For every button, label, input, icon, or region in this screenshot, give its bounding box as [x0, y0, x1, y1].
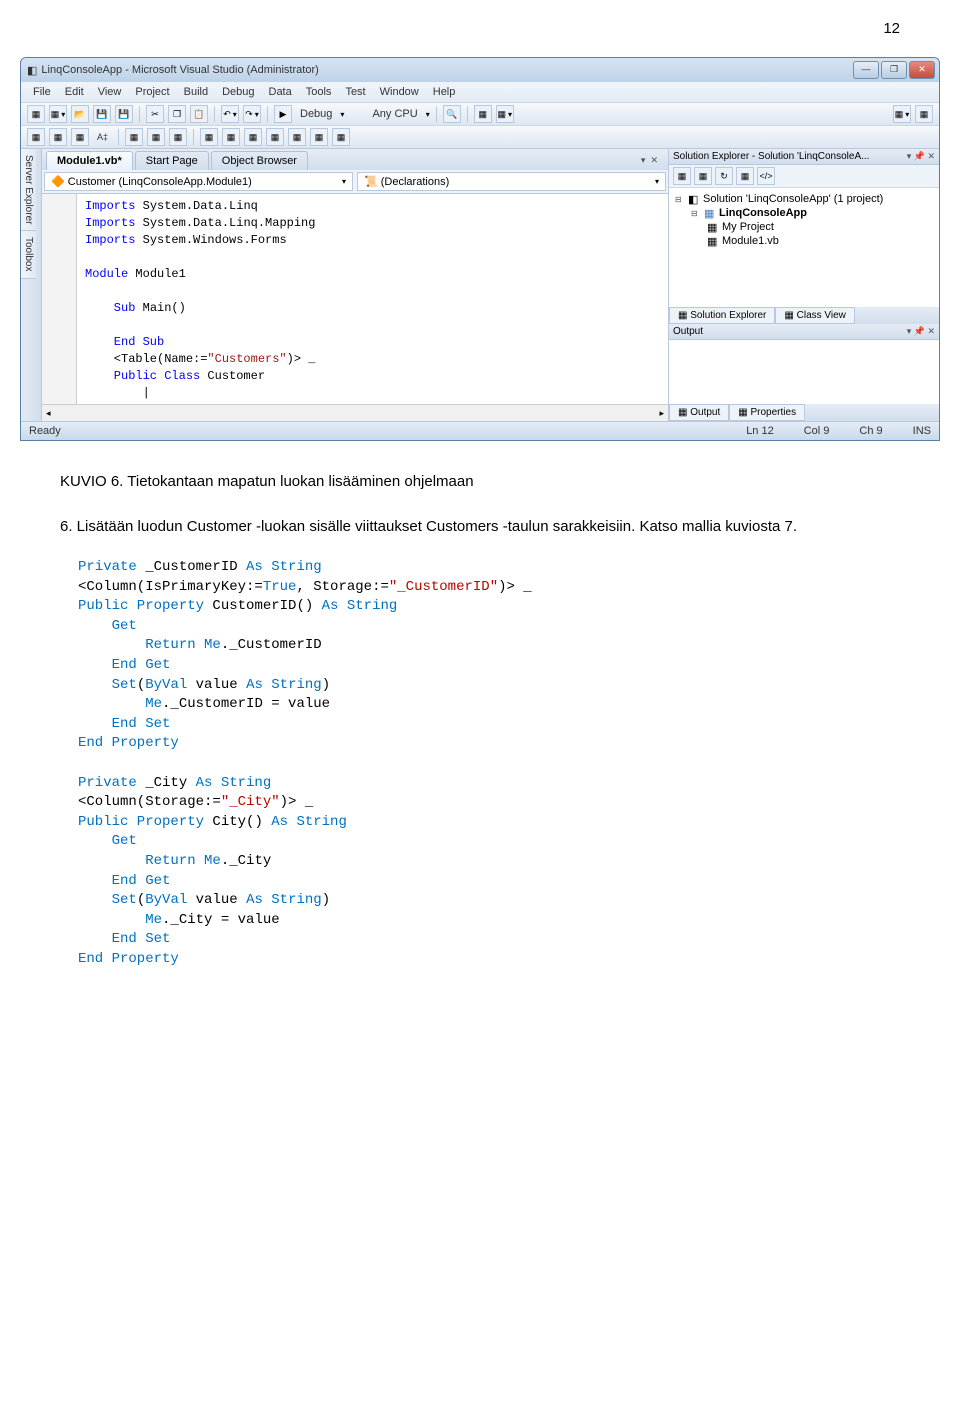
app-icon: ◧ [27, 64, 37, 77]
solution-explorer-tree: ⊟◧Solution 'LinqConsoleApp' (1 project) … [669, 188, 939, 307]
tree-module1[interactable]: ▦Module1.vb [675, 234, 933, 248]
undo-icon[interactable]: ↶ [221, 105, 239, 123]
tb2-icon[interactable]: ▦ [125, 128, 143, 146]
platform-select[interactable]: Any CPU [368, 108, 421, 120]
editor-tab-strip: Module1.vb* Start Page Object Browser ▾ … [42, 149, 668, 170]
tb2-icon[interactable]: ▦ [27, 128, 45, 146]
figure-caption: KUVIO 6. Tietokantaan mapatun luokan lis… [60, 471, 900, 494]
output-controls[interactable]: ▾ 📌 ✕ [907, 326, 935, 336]
side-tab-toolbox[interactable]: Toolbox [21, 231, 36, 278]
output-body[interactable] [669, 340, 939, 404]
pin-icon[interactable]: ▾ 📌 ✕ [907, 151, 935, 161]
toolbar-2: ▦ ▦ ▦ A‡ ▦ ▦ ▦ ▦ ▦ ▦ ▦ ▦ ▦ ▦ [21, 125, 939, 148]
status-col: Col 9 [804, 425, 830, 437]
side-tab-server-explorer[interactable]: Server Explorer [21, 149, 36, 231]
status-line: Ln 12 [746, 425, 774, 437]
paragraph: 6. Lisätään luodun Customer -luokan sisä… [60, 516, 900, 539]
menu-edit[interactable]: Edit [59, 84, 90, 100]
tree-project[interactable]: ⊟▦LinqConsoleApp [675, 206, 933, 220]
tb2-icon[interactable]: ▦ [288, 128, 306, 146]
save-all-icon[interactable]: 💾 [115, 105, 133, 123]
se-icon[interactable]: ▦ [736, 167, 754, 185]
se-show-all-icon[interactable]: ▦ [694, 167, 712, 185]
tb2-icon[interactable]: ▦ [200, 128, 218, 146]
tb-icon-4[interactable]: ▦ [915, 105, 933, 123]
find-icon[interactable]: 🔍 [443, 105, 461, 123]
tb2-icon[interactable]: ▦ [222, 128, 240, 146]
solution-explorer-header: Solution Explorer - Solution 'LinqConsol… [669, 149, 939, 165]
open-file-icon[interactable]: 📂 [71, 105, 89, 123]
menu-window[interactable]: Window [374, 84, 425, 100]
tab-object-browser[interactable]: Object Browser [211, 151, 308, 170]
close-button[interactable]: ✕ [909, 61, 935, 79]
se-properties-icon[interactable]: ▦ [673, 167, 691, 185]
code-sample: Private _CustomerID As String <Column(Is… [78, 558, 900, 969]
visual-studio-window: ◧ LinqConsoleApp - Microsoft Visual Stud… [20, 57, 940, 441]
tb2-icon[interactable]: ▦ [169, 128, 187, 146]
tb2-icon[interactable]: ▦ [266, 128, 284, 146]
tb-icon-1[interactable]: ▦ [474, 105, 492, 123]
menu-project[interactable]: Project [129, 84, 175, 100]
menu-view[interactable]: View [92, 84, 128, 100]
tab-dropdown-icon[interactable]: ▾ [641, 155, 646, 165]
class-selector[interactable]: 🔶 Customer (LinqConsoleApp.Module1) [44, 172, 353, 191]
tab-module1[interactable]: Module1.vb* [46, 151, 133, 170]
menu-debug[interactable]: Debug [216, 84, 260, 100]
code-editor[interactable]: Imports System.Data.Linq Imports System.… [42, 194, 668, 404]
menu-tools[interactable]: Tools [300, 84, 338, 100]
tb2-icon[interactable]: ▦ [332, 128, 350, 146]
method-selector[interactable]: 📜 (Declarations) [357, 172, 666, 191]
add-item-icon[interactable]: ▦ [49, 105, 67, 123]
toolbar-1: ▦ ▦ 📂 💾 💾 ✂ ❐ 📋 ↶ ↷ ▶ Debug▾ Any CPU▾ 🔍 … [21, 102, 939, 125]
output-header: Output ▾ 📌 ✕ [669, 324, 939, 340]
tab-start-page[interactable]: Start Page [135, 151, 209, 170]
tb-icon-2[interactable]: ▦ [496, 105, 514, 123]
menu-bar: FileEditViewProjectBuildDebugDataToolsTe… [21, 82, 939, 102]
tree-my-project[interactable]: ▦My Project [675, 220, 933, 234]
status-ch: Ch 9 [859, 425, 882, 437]
tb2-icon[interactable]: ▦ [147, 128, 165, 146]
redo-icon[interactable]: ↷ [243, 105, 261, 123]
tab-solution-explorer[interactable]: ▦ Solution Explorer [669, 307, 775, 324]
tb2-icon[interactable]: ▦ [71, 128, 89, 146]
document-text: KUVIO 6. Tietokantaan mapatun luokan lis… [0, 441, 960, 999]
tab-close-icon[interactable]: ✕ [650, 155, 658, 165]
paste-icon[interactable]: 📋 [190, 105, 208, 123]
page-number: 12 [0, 0, 960, 47]
editor-gutter [42, 194, 77, 404]
menu-data[interactable]: Data [263, 84, 298, 100]
tab-properties[interactable]: ▦ Properties [729, 404, 805, 421]
menu-help[interactable]: Help [427, 84, 462, 100]
config-select[interactable]: Debug [296, 108, 336, 120]
solution-explorer-toolbar: ▦ ▦ ↻ ▦ </> [669, 165, 939, 188]
cut-icon[interactable]: ✂ [146, 105, 164, 123]
tab-class-view[interactable]: ▦ Class View [775, 307, 855, 324]
tb2-icon[interactable]: ▦ [244, 128, 262, 146]
tab-output[interactable]: ▦ Output [669, 404, 729, 421]
status-bar: Ready Ln 12 Col 9 Ch 9 INS [21, 421, 939, 440]
title-bar: ◧ LinqConsoleApp - Microsoft Visual Stud… [21, 58, 939, 82]
start-debug-icon[interactable]: ▶ [274, 105, 292, 123]
window-title: LinqConsoleApp - Microsoft Visual Studio… [41, 64, 318, 76]
se-refresh-icon[interactable]: ↻ [715, 167, 733, 185]
save-icon[interactable]: 💾 [93, 105, 111, 123]
tb2-icon[interactable]: ▦ [49, 128, 67, 146]
maximize-button[interactable]: ❐ [881, 61, 907, 79]
editor-scrollbar[interactable]: ◂▸ [42, 404, 668, 421]
minimize-button[interactable]: — [853, 61, 879, 79]
status-ready: Ready [29, 425, 61, 437]
menu-test[interactable]: Test [339, 84, 371, 100]
menu-build[interactable]: Build [178, 84, 214, 100]
menu-file[interactable]: File [27, 84, 57, 100]
tb2-icon[interactable]: ▦ [310, 128, 328, 146]
tb-icon-3[interactable]: ▦ [893, 105, 911, 123]
se-view-code-icon[interactable]: </> [757, 167, 775, 185]
new-project-icon[interactable]: ▦ [27, 105, 45, 123]
status-ins: INS [913, 425, 931, 437]
copy-icon[interactable]: ❐ [168, 105, 186, 123]
tree-solution[interactable]: ⊟◧Solution 'LinqConsoleApp' (1 project) [675, 192, 933, 206]
